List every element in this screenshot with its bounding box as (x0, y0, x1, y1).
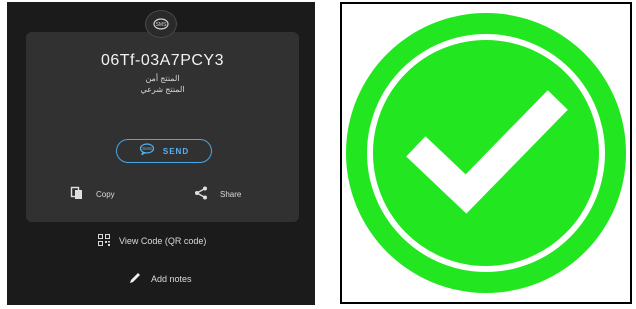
check-circle-icon (346, 13, 626, 293)
add-notes-button[interactable]: Add notes (128, 270, 192, 288)
send-button-label: SEND (162, 146, 190, 156)
view-qr-label: View Code (QR code) (119, 236, 207, 246)
check-tile (340, 2, 632, 304)
svg-text:SMS: SMS (156, 22, 168, 28)
svg-text:SMS: SMS (142, 146, 152, 151)
send-button[interactable]: SMS SEND (116, 139, 212, 163)
verification-code: 06Tf-03A7PCY3 (100, 52, 224, 69)
copy-label: Copy (96, 189, 115, 199)
copy-icon (70, 186, 84, 202)
view-qr-button[interactable]: View Code (QR code) (98, 232, 206, 250)
share-button[interactable]: Share (194, 185, 241, 203)
qr-code-icon (98, 234, 110, 248)
pencil-icon (128, 271, 142, 287)
screenshot-composite: SMS 06Tf-03A7PCY3 المنتج أمن المنتج شرعي… (0, 0, 636, 309)
add-notes-label: Add notes (151, 274, 192, 284)
status-line-legit: المنتج شرعي (140, 85, 185, 94)
sms-bubble-icon: SMS (139, 142, 155, 160)
share-label: Share (220, 189, 242, 199)
status-line-safe: المنتج أمن (145, 74, 180, 83)
copy-button[interactable]: Copy (70, 185, 115, 203)
phone-screenshot: SMS 06Tf-03A7PCY3 المنتج أمن المنتج شرعي… (0, 0, 318, 309)
sms-icon: SMS (145, 10, 177, 38)
share-icon (194, 186, 208, 202)
